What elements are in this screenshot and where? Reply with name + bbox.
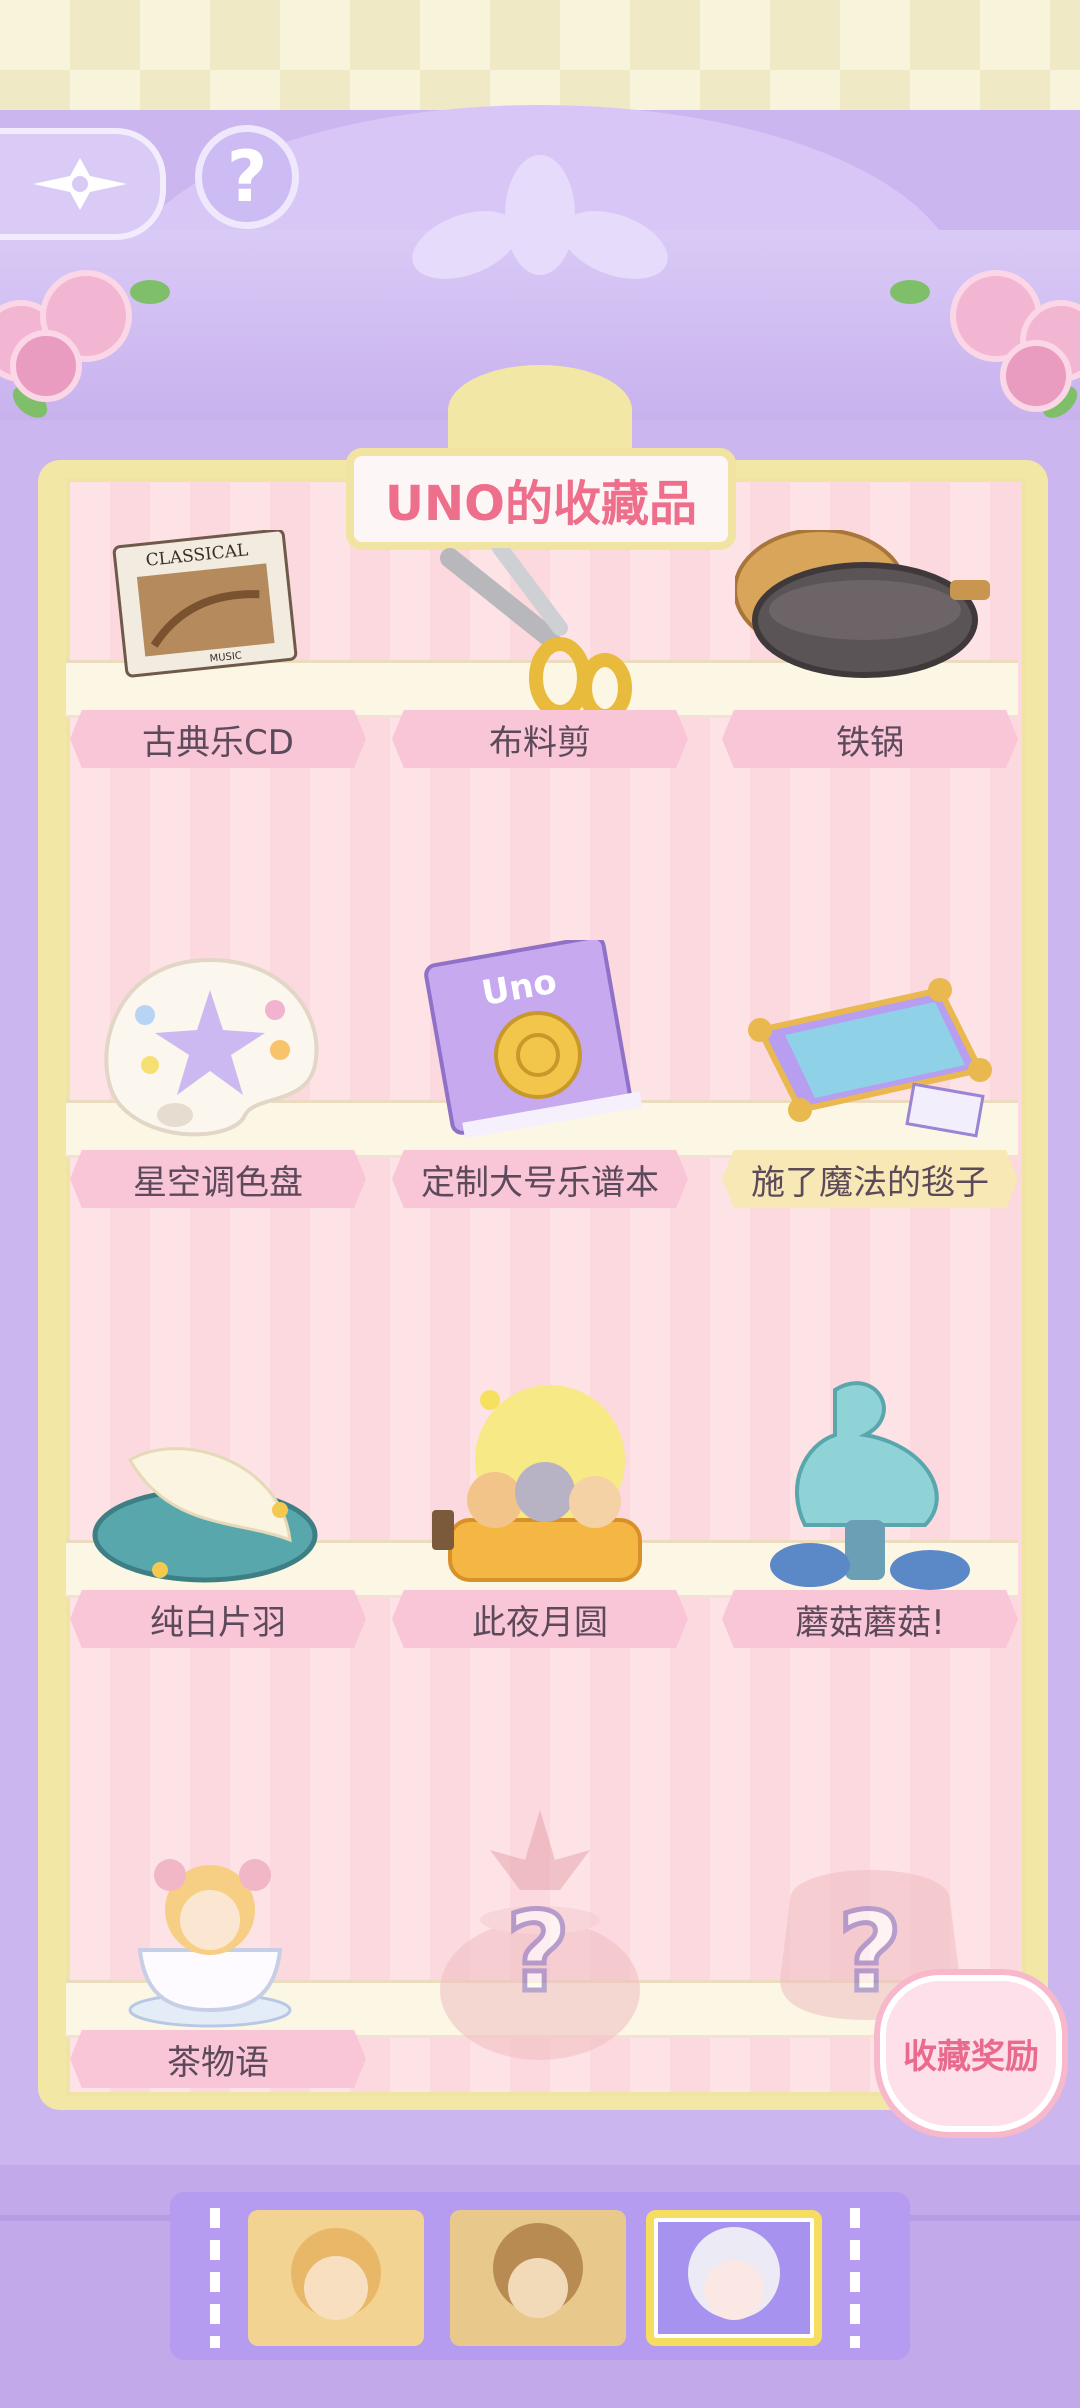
collection-item-classical-cd[interactable]: CLASSICAL MUSIC xyxy=(110,528,310,684)
character-tab-3[interactable] xyxy=(646,2210,822,2346)
collection-item-mushroom[interactable] xyxy=(765,1375,975,1599)
film-strip-left xyxy=(210,2208,220,2348)
collection-item-magic-carpet[interactable] xyxy=(740,970,1000,1144)
item-label: 定制大号乐谱本 xyxy=(392,1150,688,1208)
crest-ornament-icon xyxy=(505,155,575,275)
moon-cats-icon xyxy=(432,1385,642,1582)
character-portrait-icon xyxy=(291,2228,381,2320)
item-label: 蘑菇蘑菇! xyxy=(722,1590,1018,1648)
collection-item-locked[interactable]: ? xyxy=(430,1810,650,2064)
collection-item-teacup-doll[interactable] xyxy=(110,1830,310,2034)
sheet-music-book-icon: Uno xyxy=(424,935,643,1139)
page-title: UNO的收藏品 xyxy=(346,448,736,550)
collection-item-music-book[interactable]: Uno xyxy=(418,935,648,1144)
back-button[interactable] xyxy=(0,128,166,240)
item-label: 茶物语 xyxy=(70,2030,366,2088)
palette-icon xyxy=(104,957,319,1137)
item-label: 布料剪 xyxy=(392,710,688,768)
flowers-left-icon xyxy=(0,240,190,430)
character-portrait-icon xyxy=(493,2223,583,2318)
item-label: 古典乐CD xyxy=(70,710,366,768)
help-button[interactable]: ? xyxy=(195,125,299,229)
collection-item-moon-cats[interactable] xyxy=(420,1380,660,1599)
collection-rewards-button[interactable]: 收藏奖励 xyxy=(880,1975,1062,2132)
collection-item-feather-cushion[interactable] xyxy=(90,1420,320,1594)
question-mark-icon: ? xyxy=(226,136,268,218)
character-tab-2[interactable] xyxy=(450,2210,626,2346)
character-tab-1[interactable] xyxy=(248,2210,424,2346)
mushroom-icon xyxy=(770,1381,970,1590)
item-label: 铁锅 xyxy=(722,710,1018,768)
item-label: 施了魔法的毯子 xyxy=(722,1150,1018,1208)
film-strip-right xyxy=(850,2208,860,2348)
magic-carpet-icon xyxy=(748,978,992,1138)
classical-cd-icon: CLASSICAL MUSIC xyxy=(112,528,298,678)
teacup-doll-icon xyxy=(128,1859,292,2028)
sparkle-arrow-icon xyxy=(33,158,127,210)
character-portrait-icon xyxy=(688,2227,780,2320)
collection-item-palette[interactable] xyxy=(95,955,325,1149)
svg-text:?: ? xyxy=(506,1888,570,2016)
item-label: 此夜月圆 xyxy=(392,1590,688,1648)
wok-icon xyxy=(733,528,990,678)
scissors-icon xyxy=(440,540,632,723)
item-label: 星空调色盘 xyxy=(70,1150,366,1208)
item-label: 纯白片羽 xyxy=(70,1590,366,1648)
rewards-label: 收藏奖励 xyxy=(903,2037,1039,2077)
title-ornament xyxy=(448,365,632,455)
locked-jar-icon: ? xyxy=(440,1810,640,2060)
feather-cushion-icon xyxy=(92,1447,318,1583)
collection-item-scissors[interactable] xyxy=(440,540,640,723)
flowers-right-icon xyxy=(890,240,1080,430)
collection-item-wok[interactable] xyxy=(733,528,995,684)
